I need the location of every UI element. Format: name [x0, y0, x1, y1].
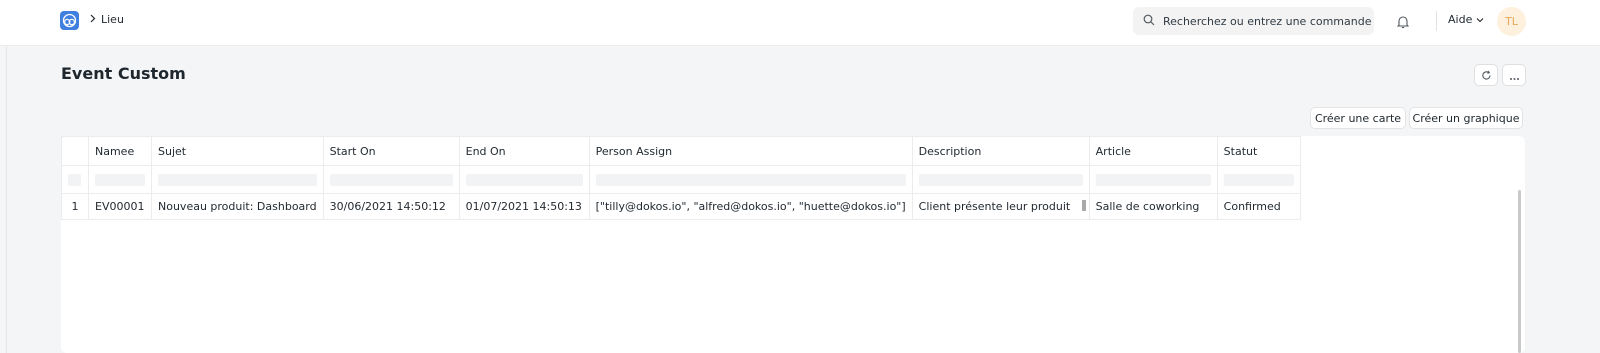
row-index-header [61, 136, 89, 166]
cell-end-on[interactable]: 01/07/2021 14:50:13 [458, 193, 590, 220]
column-header-person-assign[interactable]: Person Assign [588, 136, 913, 166]
search-input[interactable]: Recherchez ou entrez une commande [1133, 7, 1374, 35]
breadcrumb-link-lieu[interactable]: Lieu [101, 13, 124, 26]
filter-cell-index [61, 165, 89, 194]
cell-person-assign[interactable]: ["tilly@dokos.io", "alfred@dokos.io", "h… [588, 193, 913, 220]
cell-sujet[interactable]: Nouveau produit: Dashboard [151, 193, 324, 220]
cell-statut[interactable]: Confirmed [1216, 193, 1301, 220]
cell-namee[interactable]: EV00001 [88, 193, 152, 220]
more-horizontal-icon [1509, 66, 1520, 85]
column-header-article[interactable]: Article [1088, 136, 1218, 166]
breadcrumb: Lieu [89, 13, 124, 26]
more-options-button[interactable] [1502, 64, 1526, 86]
navbar: Lieu Recherchez ou entrez une commande A… [0, 0, 1600, 46]
cell-article[interactable]: Salle de coworking [1088, 193, 1218, 220]
cell-description-text: Client présente leur produit [918, 200, 1071, 213]
chevron-right-icon [89, 13, 96, 26]
filter-statut-input[interactable] [1216, 165, 1301, 194]
column-header-sujet[interactable]: Sujet [151, 136, 324, 166]
chevron-down-icon [1476, 13, 1484, 26]
filter-person-assign-input[interactable] [588, 165, 913, 194]
column-header-namee[interactable]: Namee [88, 136, 152, 166]
search-placeholder: Recherchez ou entrez une commande [1163, 14, 1372, 28]
filter-namee-input[interactable] [88, 165, 152, 194]
refresh-button[interactable] [1474, 64, 1498, 86]
column-header-statut[interactable]: Statut [1216, 136, 1301, 166]
create-card-button[interactable]: Créer une carte [1310, 107, 1406, 129]
notification-bell-icon[interactable] [1396, 14, 1410, 33]
row-index: 1 [61, 193, 89, 220]
filter-end-on-input[interactable] [458, 165, 590, 194]
filter-start-on-input[interactable] [322, 165, 460, 194]
help-label: Aide [1448, 13, 1473, 26]
vertical-scrollbar[interactable] [1518, 190, 1521, 353]
page-title: Event Custom [61, 64, 186, 83]
table-header-row: Namee Sujet Start On End On Person Assig… [61, 136, 1301, 166]
create-chart-button[interactable]: Créer un graphique [1409, 107, 1523, 129]
navbar-divider [1436, 11, 1437, 31]
column-header-start-on[interactable]: Start On [322, 136, 460, 166]
refresh-icon [1481, 66, 1492, 85]
filter-article-input[interactable] [1088, 165, 1218, 194]
avatar[interactable]: TL [1497, 7, 1526, 36]
report-table: Namee Sujet Start On End On Person Assig… [61, 136, 1301, 220]
column-header-description[interactable]: Description [911, 136, 1090, 166]
column-header-end-on[interactable]: End On [458, 136, 590, 166]
search-icon [1143, 14, 1155, 29]
help-dropdown[interactable]: Aide [1448, 13, 1484, 26]
filter-description-input[interactable] [911, 165, 1090, 194]
filter-row [61, 165, 1301, 194]
cell-scrollbar[interactable] [1081, 200, 1086, 211]
table-row[interactable]: 1 EV00001 Nouveau produit: Dashboard 30/… [61, 193, 1301, 220]
cell-description[interactable]: Client présente leur produit [911, 193, 1090, 220]
app-logo-icon[interactable] [60, 11, 79, 30]
filter-sujet-input[interactable] [151, 165, 324, 194]
cell-start-on[interactable]: 30/06/2021 14:50:12 [322, 193, 460, 220]
